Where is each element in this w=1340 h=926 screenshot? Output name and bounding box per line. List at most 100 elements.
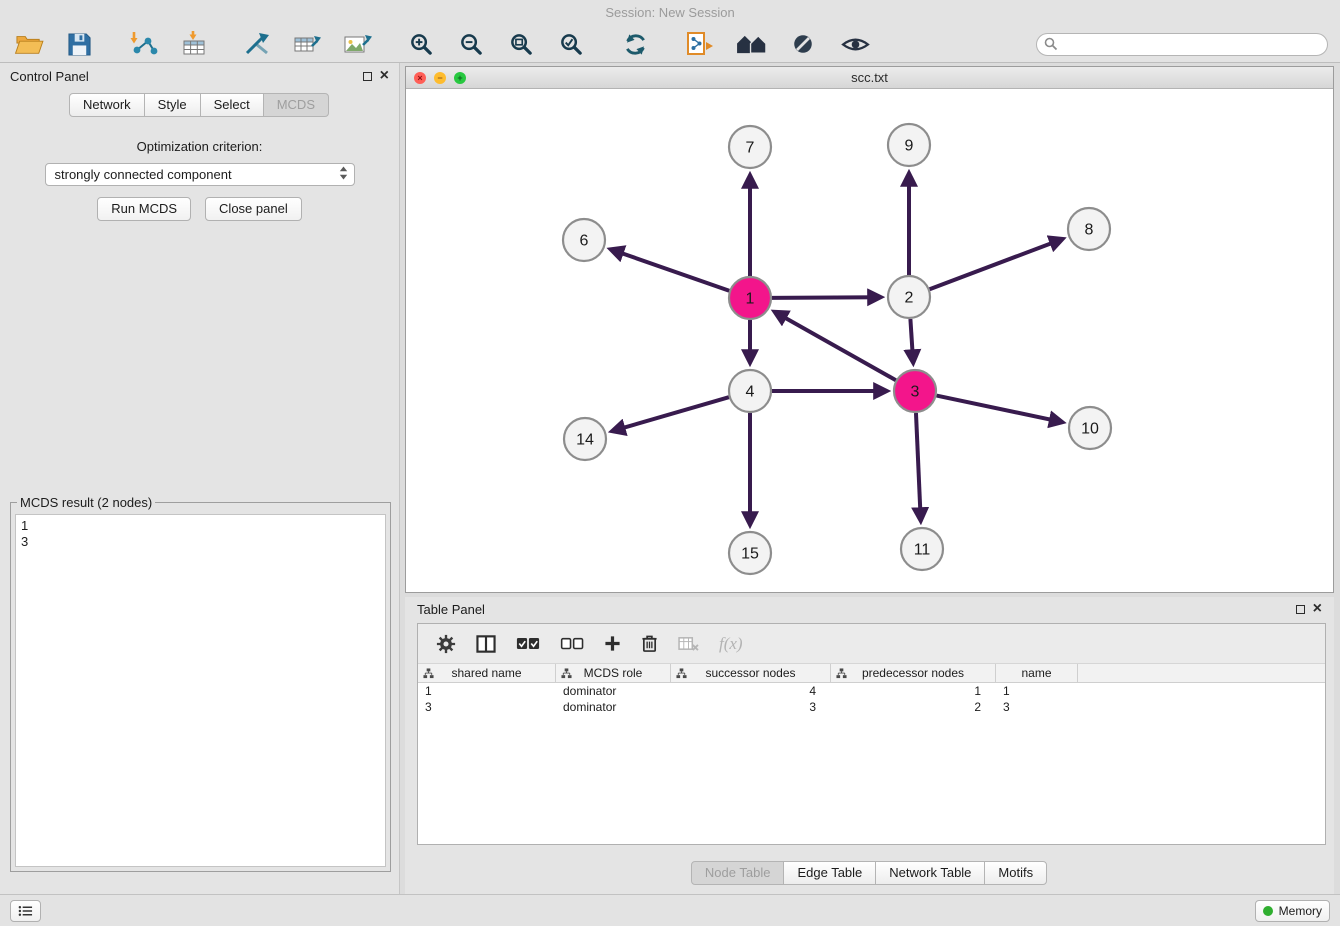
column-header-shared-name[interactable]: shared name (418, 664, 556, 682)
column-header-successor-nodes[interactable]: successor nodes (671, 664, 831, 682)
window-close-icon[interactable]: × (414, 72, 426, 84)
column-label: successor nodes (705, 666, 795, 680)
cell-shared-name[interactable]: 3 (418, 700, 556, 714)
float-panel-icon[interactable] (363, 72, 372, 81)
graph-node-label: 14 (576, 432, 594, 449)
window-maximize-icon[interactable]: + (454, 72, 466, 84)
cell-shared-name[interactable]: 1 (418, 684, 556, 698)
graph-node-label: 11 (914, 542, 931, 559)
export-table-icon[interactable] (290, 29, 324, 59)
table-row[interactable]: 3 dominator 3 2 3 (418, 699, 1325, 715)
graph-edge-4-14[interactable] (615, 397, 729, 430)
network-graph[interactable]: 1234678910111415 (406, 89, 1332, 592)
save-session-icon[interactable] (62, 29, 96, 59)
show-hide-details-icon[interactable] (838, 29, 872, 59)
column-label: MCDS role (584, 666, 643, 680)
network-compare-icon[interactable] (240, 29, 274, 59)
criterion-select[interactable]: strongly connected component (45, 163, 355, 186)
column-header-name[interactable]: name (996, 664, 1078, 682)
graph-edge-1-6[interactable] (613, 250, 729, 291)
table-row[interactable]: 1 dominator 4 1 1 (418, 683, 1325, 699)
column-header-predecessor-nodes[interactable]: predecessor nodes (831, 664, 996, 682)
run-mcds-button[interactable]: Run MCDS (97, 197, 191, 221)
control-panel-title: Control Panel (10, 69, 89, 84)
cell-mcds-role[interactable]: dominator (556, 684, 671, 698)
zoom-out-icon[interactable] (454, 29, 488, 59)
deselect-all-icon[interactable] (560, 636, 584, 651)
control-panel-header: Control Panel × (0, 63, 399, 89)
annotations-icon[interactable] (786, 29, 820, 59)
graph-node-label: 3 (911, 384, 920, 401)
delete-table-icon[interactable] (678, 635, 699, 652)
tab-mcds[interactable]: MCDS (263, 93, 329, 117)
graph-edge-1-2[interactable] (772, 297, 878, 298)
cell-name[interactable]: 1 (996, 684, 1078, 698)
float-table-panel-icon[interactable] (1296, 605, 1305, 614)
delete-column-trash-icon[interactable] (641, 634, 658, 653)
show-columns-icon[interactable] (476, 635, 496, 653)
tab-select[interactable]: Select (200, 93, 264, 117)
optimization-criterion-label: Optimization criterion: (0, 139, 399, 154)
cell-predecessor-nodes[interactable]: 2 (831, 700, 996, 714)
home-icon[interactable] (734, 29, 768, 59)
cell-successor-nodes[interactable]: 4 (671, 684, 831, 698)
graph-node-label: 4 (746, 384, 755, 401)
node-table-header-row: shared name MCDS rol (418, 664, 1325, 683)
tab-node-table[interactable]: Node Table (691, 861, 785, 885)
column-header-mcds-role[interactable]: MCDS role (556, 664, 671, 682)
mcds-result-fieldset: MCDS result (2 nodes) 1 3 (10, 495, 391, 872)
apply-layout-icon[interactable] (618, 29, 652, 59)
table-panel-title: Table Panel (417, 602, 485, 617)
function-builder-icon[interactable]: f(x) (719, 634, 743, 654)
network-canvas[interactable]: 1234678910111415 (406, 89, 1333, 592)
node-table-box: f(x) shared (417, 623, 1326, 845)
graph-edge-2-3[interactable] (910, 319, 913, 360)
cell-mcds-role[interactable]: dominator (556, 700, 671, 714)
network-window-titlebar[interactable]: × − + scc.txt (406, 67, 1333, 89)
copy-style-icon[interactable] (682, 29, 716, 59)
table-settings-gear-icon[interactable] (436, 634, 456, 654)
control-panel-tabs: Network Style Select MCDS (0, 93, 399, 117)
status-menu-button[interactable] (10, 900, 41, 922)
cell-successor-nodes[interactable]: 3 (671, 700, 831, 714)
select-stepper-icon (339, 166, 348, 183)
tab-edge-table[interactable]: Edge Table (783, 861, 876, 885)
import-network-icon[interactable] (126, 29, 160, 59)
mcds-result-list[interactable]: 1 3 (15, 514, 386, 867)
tab-network-table[interactable]: Network Table (875, 861, 985, 885)
zoom-selected-icon[interactable] (554, 29, 588, 59)
tab-style[interactable]: Style (144, 93, 201, 117)
graph-edge-3-11[interactable] (916, 413, 921, 518)
toolbar-search (1036, 33, 1328, 56)
search-input[interactable] (1036, 33, 1328, 56)
export-image-icon[interactable] (340, 29, 374, 59)
zoom-fit-icon[interactable] (504, 29, 538, 59)
tab-motifs[interactable]: Motifs (984, 861, 1047, 885)
import-table-icon[interactable] (176, 29, 210, 59)
memory-button[interactable]: Memory (1255, 900, 1330, 922)
zoom-in-icon[interactable] (404, 29, 438, 59)
graph-edge-2-8[interactable] (930, 240, 1060, 289)
network-window-title: scc.txt (851, 70, 888, 85)
close-panel-button[interactable]: Close panel (205, 197, 302, 221)
main-toolbar (0, 26, 1340, 63)
cell-name[interactable]: 3 (996, 700, 1078, 714)
memory-status-icon (1263, 906, 1273, 916)
add-column-plus-icon[interactable] (604, 635, 621, 652)
criterion-select-value: strongly connected component (55, 167, 232, 182)
column-label: name (1021, 666, 1051, 680)
window-minimize-icon[interactable]: − (434, 72, 446, 84)
close-table-panel-icon[interactable]: × (1313, 604, 1322, 614)
graph-edge-3-1[interactable] (777, 313, 896, 380)
column-function-icon (423, 668, 434, 682)
close-panel-icon[interactable]: × (380, 71, 389, 81)
cell-predecessor-nodes[interactable]: 1 (831, 684, 996, 698)
open-folder-icon[interactable] (12, 29, 46, 59)
graph-node-label: 10 (1081, 421, 1099, 438)
tab-network[interactable]: Network (69, 93, 145, 117)
select-all-icon[interactable] (516, 636, 540, 651)
list-icon (18, 905, 33, 917)
graph-node-label: 7 (746, 140, 755, 157)
column-function-icon (561, 668, 572, 682)
graph-edge-3-10[interactable] (937, 396, 1060, 422)
